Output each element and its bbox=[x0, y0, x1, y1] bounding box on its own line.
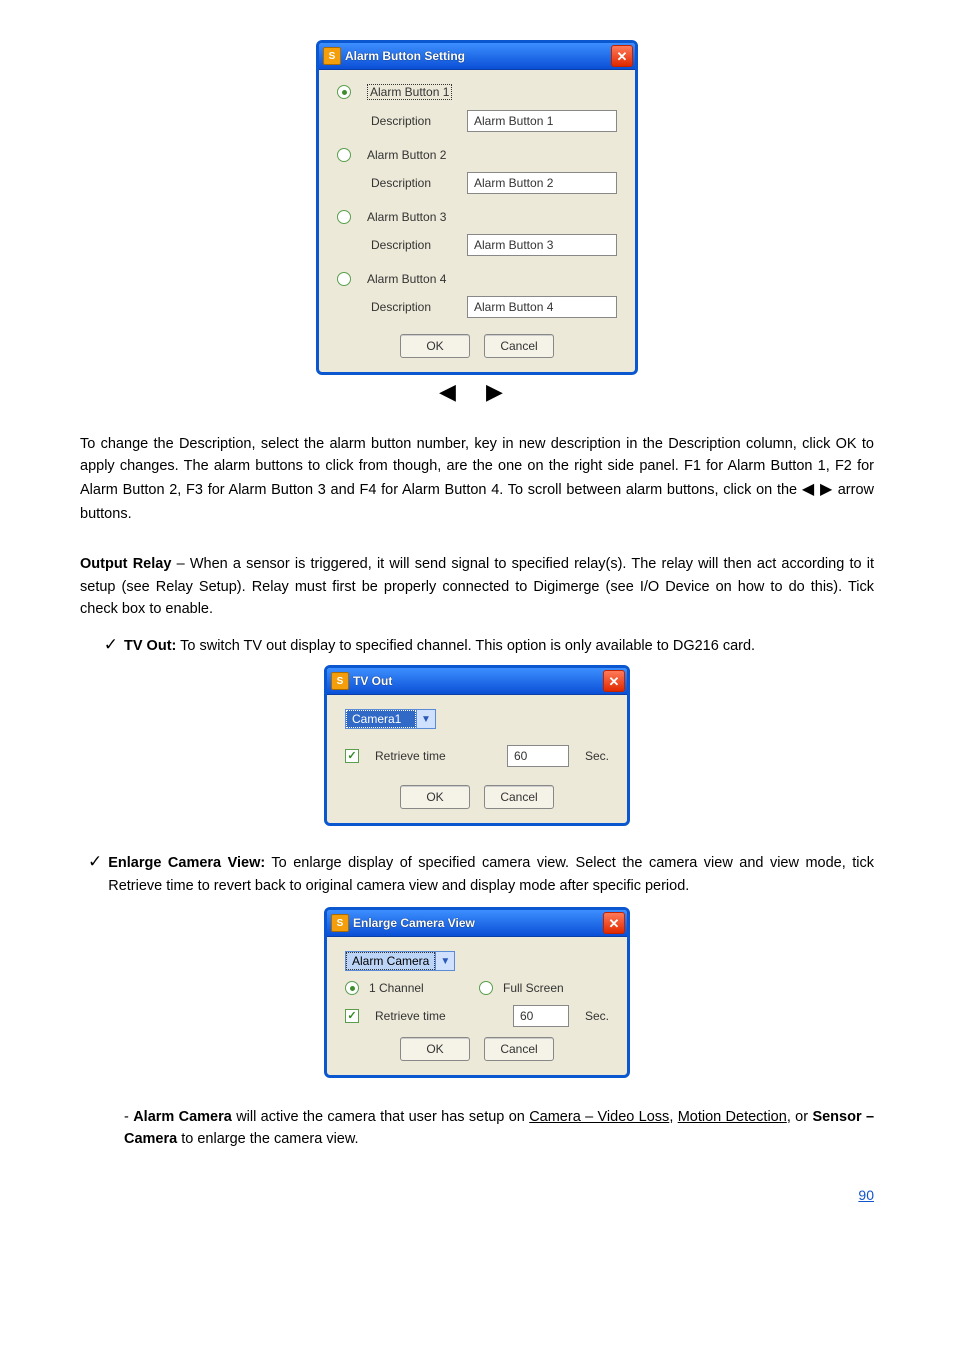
sec-label: Sec. bbox=[585, 1009, 609, 1023]
radio-label: Alarm Button 4 bbox=[367, 272, 446, 286]
full-screen-radio[interactable] bbox=[479, 981, 493, 995]
page-number: 90 bbox=[80, 1187, 874, 1203]
footer-paragraph: - Alarm Camera will active the camera th… bbox=[80, 1106, 874, 1151]
ok-button[interactable]: OK bbox=[400, 785, 470, 809]
description-label: Description bbox=[371, 176, 451, 190]
dialog-title: TV Out bbox=[353, 674, 599, 688]
retrieve-time-input[interactable] bbox=[513, 1005, 569, 1027]
close-icon[interactable]: ✕ bbox=[603, 912, 625, 934]
check-icon: ✓ bbox=[80, 635, 124, 657]
paragraph: To change the Description, select the al… bbox=[80, 433, 874, 525]
arrow-buttons: ◀ ▶ bbox=[80, 379, 874, 405]
radio-label: Alarm Button 3 bbox=[367, 210, 446, 224]
one-channel-radio[interactable] bbox=[345, 981, 359, 995]
tv-out-item: ✓ TV Out: To switch TV out display to sp… bbox=[80, 635, 874, 657]
retrieve-time-input[interactable] bbox=[507, 745, 569, 767]
titlebar[interactable]: S TV Out ✕ bbox=[327, 668, 627, 695]
radio-label: Alarm Button 2 bbox=[367, 148, 446, 162]
tv-out-dialog: S TV Out ✕ Camera1 ▼ Retrieve time Sec. … bbox=[324, 665, 630, 826]
description-label: Description bbox=[371, 300, 451, 314]
retrieve-time-label: Retrieve time bbox=[375, 749, 446, 763]
cancel-button[interactable]: Cancel bbox=[484, 785, 554, 809]
chevron-down-icon[interactable]: ▼ bbox=[417, 709, 436, 729]
alarm-option-3[interactable]: Alarm Button 3 bbox=[337, 210, 617, 224]
app-icon: S bbox=[323, 47, 341, 65]
description-label: Description bbox=[371, 238, 451, 252]
ok-button[interactable]: OK bbox=[400, 334, 470, 358]
alarm-option-1[interactable]: Alarm Button 1 bbox=[337, 84, 617, 100]
radio-label: Alarm Button 1 bbox=[370, 85, 449, 99]
enlarge-camera-view-dialog: S Enlarge Camera View ✕ Alarm Camera ▼ 1… bbox=[324, 907, 630, 1078]
close-icon[interactable]: ✕ bbox=[603, 670, 625, 692]
radio-icon[interactable] bbox=[337, 85, 351, 99]
ok-button[interactable]: OK bbox=[400, 1037, 470, 1061]
full-screen-label: Full Screen bbox=[503, 981, 564, 995]
camera-select[interactable]: Alarm Camera ▼ bbox=[345, 951, 455, 971]
enlarge-camera-item: ✓ Enlarge Camera View: To enlarge displa… bbox=[80, 852, 874, 897]
app-icon: S bbox=[331, 672, 349, 690]
radio-icon[interactable] bbox=[337, 148, 351, 162]
alarm-option-4[interactable]: Alarm Button 4 bbox=[337, 272, 617, 286]
description-label: Description bbox=[371, 114, 451, 128]
one-channel-label: 1 Channel bbox=[369, 981, 469, 995]
radio-icon[interactable] bbox=[337, 210, 351, 224]
description-input-4[interactable] bbox=[467, 296, 617, 318]
retrieve-time-label: Retrieve time bbox=[375, 1009, 446, 1023]
alarm-option-2[interactable]: Alarm Button 2 bbox=[337, 148, 617, 162]
dialog-title: Alarm Button Setting bbox=[345, 49, 607, 63]
retrieve-time-checkbox[interactable] bbox=[345, 749, 359, 763]
cancel-button[interactable]: Cancel bbox=[484, 1037, 554, 1061]
description-input-1[interactable] bbox=[467, 110, 617, 132]
alarm-button-setting-dialog: S Alarm Button Setting ✕ Alarm Button 1 … bbox=[316, 40, 638, 375]
sec-label: Sec. bbox=[585, 749, 609, 763]
dialog-title: Enlarge Camera View bbox=[353, 916, 599, 930]
titlebar[interactable]: S Alarm Button Setting ✕ bbox=[319, 43, 635, 70]
cancel-button[interactable]: Cancel bbox=[484, 334, 554, 358]
radio-icon[interactable] bbox=[337, 272, 351, 286]
description-input-3[interactable] bbox=[467, 234, 617, 256]
output-relay-paragraph: Output Relay – When a sensor is triggere… bbox=[80, 553, 874, 620]
camera-select[interactable]: Camera1 ▼ bbox=[345, 709, 436, 729]
description-input-2[interactable] bbox=[467, 172, 617, 194]
app-icon: S bbox=[331, 914, 349, 932]
close-icon[interactable]: ✕ bbox=[611, 45, 633, 67]
check-icon: ✓ bbox=[80, 852, 108, 897]
titlebar[interactable]: S Enlarge Camera View ✕ bbox=[327, 910, 627, 937]
retrieve-time-checkbox[interactable] bbox=[345, 1009, 359, 1023]
chevron-down-icon[interactable]: ▼ bbox=[436, 951, 455, 971]
